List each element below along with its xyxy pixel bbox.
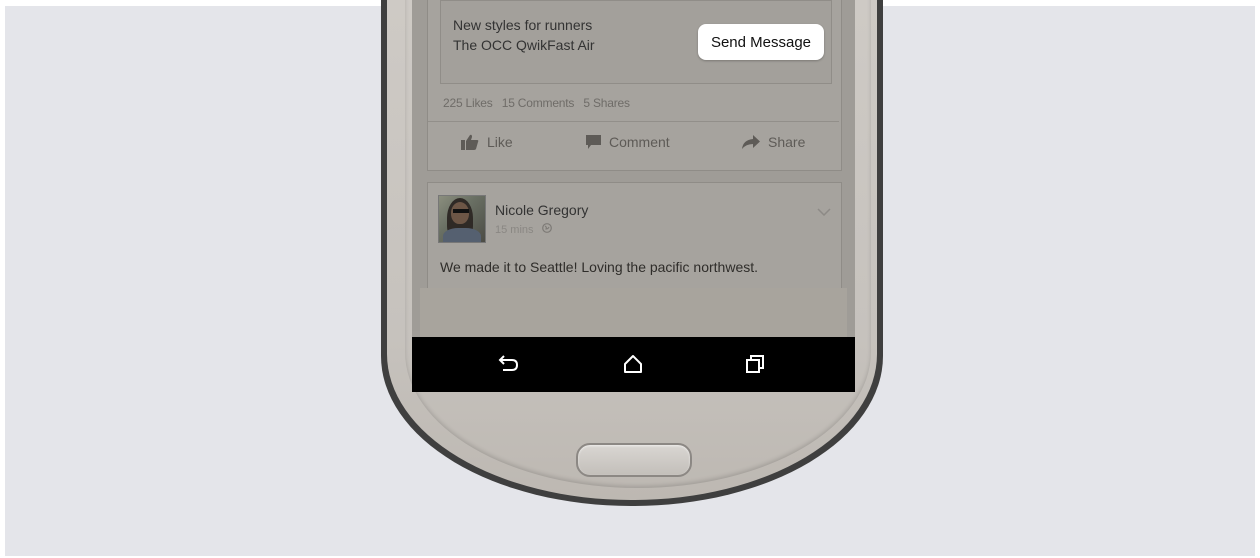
chevron-down-icon[interactable] <box>817 203 831 221</box>
sponsored-post-card: New styles for runners The OCC QwikFast … <box>427 0 842 171</box>
comments-count[interactable]: 15 Comments <box>502 96 575 110</box>
engagement-stats: 225 Likes 15 Comments 5 Shares <box>443 96 636 110</box>
ad-subtitle: The OCC QwikFast Air <box>453 37 595 53</box>
comment-icon <box>586 135 601 149</box>
post-author-name[interactable]: Nicole Gregory <box>495 202 588 218</box>
comment-label: Comment <box>609 134 670 150</box>
android-nav-bar <box>412 337 855 392</box>
post-timestamp[interactable]: 15 mins <box>495 224 534 236</box>
likes-count[interactable]: 225 Likes <box>443 96 493 110</box>
post-meta: 15 mins <box>495 223 552 236</box>
thumbs-up-icon <box>461 134 479 150</box>
share-button[interactable]: Share <box>742 134 805 150</box>
home-icon[interactable] <box>622 353 644 380</box>
send-message-button[interactable]: Send Message <box>698 24 824 60</box>
shares-count[interactable]: 5 Shares <box>583 96 630 110</box>
post-actions-bar: Like Comment Share <box>428 121 839 165</box>
share-label: Share <box>768 134 806 150</box>
like-label: Like <box>487 134 513 150</box>
avatar[interactable] <box>438 195 486 243</box>
like-button[interactable]: Like <box>461 134 513 150</box>
hardware-home-button[interactable] <box>576 443 692 477</box>
back-icon[interactable] <box>498 353 520 380</box>
news-feed: New styles for runners The OCC QwikFast … <box>412 0 855 338</box>
post-text: We made it to Seattle! Loving the pacifi… <box>440 259 759 275</box>
ad-link-preview[interactable]: New styles for runners The OCC QwikFast … <box>440 0 832 84</box>
ad-title: New styles for runners <box>453 17 593 33</box>
globe-icon <box>541 223 552 236</box>
recent-apps-icon[interactable] <box>744 353 766 380</box>
share-arrow-icon <box>742 135 760 149</box>
post-photo[interactable] <box>420 288 847 338</box>
phone-screen: New styles for runners The OCC QwikFast … <box>412 0 855 392</box>
comment-button[interactable]: Comment <box>586 134 670 150</box>
